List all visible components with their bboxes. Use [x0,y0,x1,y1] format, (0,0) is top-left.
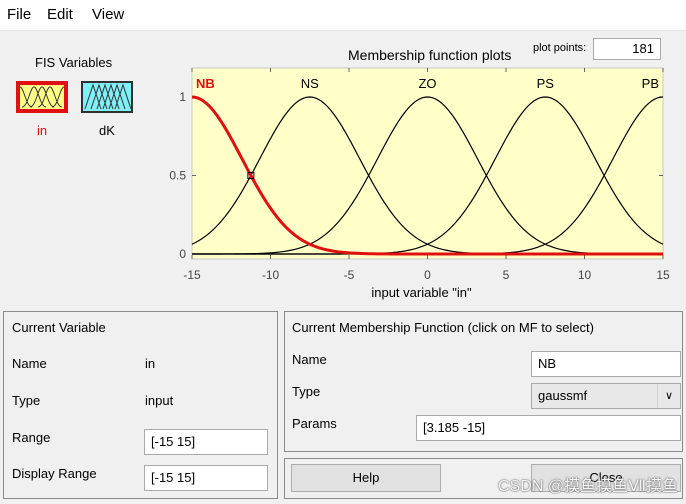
cv-display-range-label: Display Range [12,466,97,481]
x-axis-label: input variable "in" [371,285,472,300]
y-tick-label: 0.5 [169,169,186,183]
current-variable-title: Current Variable [12,320,106,335]
x-tick-label: 15 [656,268,670,282]
mf-label-pb: PB [642,76,659,91]
cv-type-value: input [145,393,174,408]
cv-name-value: in [145,356,156,371]
display-range-input[interactable]: [-15 15] [144,465,268,491]
membership-function-plot[interactable]: -15 -10 -5 0 5 10 15 0 0.5 1 input variable "in" NS… [0,0,686,300]
mf-params-input[interactable]: [3.185 -15] [416,415,681,441]
x-tick-label: -5 [344,268,355,282]
mf-type-label: Type [292,384,321,399]
mf-name-label: Name [292,352,327,367]
y-tick-label: 0 [179,247,186,261]
mf-type-dropdown[interactable]: gaussmf ∨ [531,383,681,409]
mf-params-label: Params [292,416,337,431]
y-tick-label: 1 [179,90,186,104]
mf-type-value: gaussmf [538,388,588,403]
chevron-down-icon: ∨ [657,384,680,408]
mf-label-zo: ZO [418,76,436,91]
cv-name-label: Name [12,356,47,371]
help-button[interactable]: Help [291,464,441,492]
x-tick-label: 5 [503,268,510,282]
mf-label-ps: PS [537,76,555,91]
csdn-watermark: CSDN @摸鱼摸鱼Ⅶ摸鱼 [498,478,678,495]
mf-name-input[interactable]: NB [531,351,681,377]
cv-range-label: Range [12,430,51,445]
x-tick-label: -10 [262,268,280,282]
mf-label-ns: NS [301,76,319,91]
cv-type-label: Type [12,393,41,408]
x-tick-label: 0 [424,268,431,282]
x-tick-label: 10 [578,268,592,282]
current-mf-title: Current Membership Function (click on MF… [292,320,594,335]
mf-label-nb: NB [196,76,215,91]
range-input[interactable]: [-15 15] [144,429,268,455]
x-tick-label: -15 [183,268,201,282]
